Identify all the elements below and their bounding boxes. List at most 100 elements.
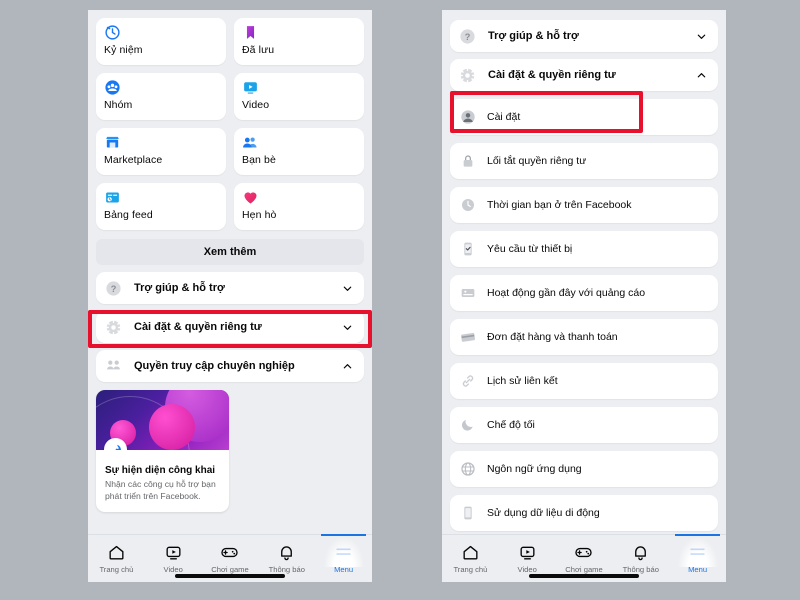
settings-item-label: Hoạt động gần đây với quảng cáo xyxy=(487,287,646,299)
decorative-sphere xyxy=(149,404,195,450)
right-phone-content: ? Trợ giúp & hỗ trợ Cài đặt & quyền riên… xyxy=(442,10,726,534)
video-icon xyxy=(166,546,181,560)
chevron-down-icon xyxy=(697,34,706,39)
tile-label: Bạn bè xyxy=(242,154,276,166)
bell-icon xyxy=(635,546,647,561)
nav-item-menu[interactable]: Menu xyxy=(315,534,372,582)
settings-item-link-history[interactable]: Lịch sử liên kết xyxy=(450,363,718,399)
accordion-label: Trợ giúp & hỗ trợ xyxy=(134,282,225,294)
settings-item-label: Đơn đặt hàng và thanh toán xyxy=(487,331,618,343)
accordion-help-support[interactable]: ? Trợ giúp & hỗ trợ xyxy=(96,272,364,304)
right-phone-panel: ? Trợ giúp & hỗ trợ Cài đặt & quyền riên… xyxy=(442,10,726,582)
promo-subtitle: Nhận các công cụ hỗ trợ bạn phát triển t… xyxy=(105,479,216,501)
tile-marketplace[interactable]: Marketplace xyxy=(96,128,226,175)
accordion-settings-privacy[interactable]: Cài đặt & quyền riêng tư xyxy=(96,311,364,343)
clock-icon xyxy=(105,25,120,40)
settings-item-label: Lịch sử liên kết xyxy=(487,375,558,387)
tile-feeds[interactable]: Bảng feed xyxy=(96,183,226,230)
promo-text: Sự hiện diện công khai Nhận các công cụ … xyxy=(96,450,229,512)
svg-text:?: ? xyxy=(465,32,471,42)
mobile-icon xyxy=(464,506,472,520)
nav-label: Thông báo xyxy=(268,565,305,574)
settings-item-label: Lối tắt quyền riêng tư xyxy=(487,155,587,167)
left-phone-panel: Kỷ niệm Đã lưu Nhóm Video Marketplace Bạ… xyxy=(88,10,372,582)
settings-item-recent-ad-activity[interactable]: Hoạt động gần đây với quảng cáo xyxy=(450,275,718,311)
home-indicator xyxy=(175,574,285,578)
tile-label: Marketplace xyxy=(104,154,163,166)
friends-icon xyxy=(243,137,257,148)
accordion-help-support[interactable]: ? Trợ giúp & hỗ trợ xyxy=(450,20,718,52)
tile-video[interactable]: Video xyxy=(234,73,364,120)
accordion-label: Quyền truy cập chuyên nghiệp xyxy=(134,360,295,372)
accordion-label: Cài đặt & quyền riêng tư xyxy=(134,321,262,333)
moon-icon xyxy=(461,419,473,431)
nav-item-home[interactable]: Trang chủ xyxy=(88,535,145,582)
groups-icon xyxy=(105,80,120,95)
accordion-professional-access[interactable]: Quyền truy cập chuyên nghiệp xyxy=(96,350,364,382)
tile-memories[interactable]: Kỷ niệm xyxy=(96,18,226,65)
tile-label: Kỷ niệm xyxy=(104,44,143,56)
settings-item-dark-mode[interactable]: Chế độ tối xyxy=(450,407,718,443)
chevron-down-icon xyxy=(343,286,352,291)
nav-item-home[interactable]: Trang chủ xyxy=(442,535,499,582)
tile-saved[interactable]: Đã lưu xyxy=(234,18,364,65)
settings-item-mobile-data-usage[interactable]: Sử dụng dữ liệu di động xyxy=(450,495,718,531)
video-icon xyxy=(520,546,535,560)
settings-item-privacy-shortcuts[interactable]: Lối tắt quyền riêng tư xyxy=(450,143,718,179)
accordion-settings-privacy[interactable]: Cài đặt & quyền riêng tư xyxy=(450,59,718,91)
nav-item-menu[interactable]: Menu xyxy=(669,534,726,582)
bookmark-icon xyxy=(246,26,255,39)
chevron-up-icon xyxy=(343,363,352,368)
lock-icon xyxy=(463,155,473,167)
promo-card-public-presence[interactable]: Sự hiện diện công khai Nhận các công cụ … xyxy=(96,390,229,513)
home-icon xyxy=(109,545,124,560)
settings-item-label: Yêu cầu từ thiết bị xyxy=(487,243,573,255)
bottom-navigation-right: Trang chủ Video Chơi game Thông báo Menu xyxy=(442,534,726,582)
see-more-button[interactable]: Xem thêm xyxy=(96,239,364,265)
screenshot-stage: Kỷ niệm Đã lưu Nhóm Video Marketplace Bạ… xyxy=(0,0,800,600)
heart-icon xyxy=(244,192,257,204)
tile-label: Bảng feed xyxy=(104,209,153,221)
settings-item-orders-payments[interactable]: Đơn đặt hàng và thanh toán xyxy=(450,319,718,355)
gear-icon xyxy=(460,67,475,83)
promo-card-wrapper: Sự hiện diện công khai Nhận các công cụ … xyxy=(96,390,364,513)
rocket-icon xyxy=(111,444,121,450)
avatar-icon xyxy=(461,110,475,124)
question-circle-icon: ? xyxy=(106,280,121,296)
home-icon xyxy=(463,545,478,560)
shortcut-tile-grid: Kỷ niệm Đã lưu Nhóm Video Marketplace Bạ… xyxy=(96,10,364,230)
settings-item-app-language[interactable]: Ngôn ngữ ứng dụng xyxy=(450,451,718,487)
people-icon xyxy=(107,359,120,369)
tile-friends[interactable]: Bạn bè xyxy=(234,128,364,175)
settings-item-settings[interactable]: Cài đặt xyxy=(450,99,718,135)
promo-image xyxy=(96,390,229,450)
menu-icon xyxy=(336,548,351,555)
nav-label: Chơi game xyxy=(565,565,603,574)
promo-title: Sự hiện diện công khai xyxy=(105,465,216,476)
accordion-label: Cài đặt & quyền riêng tư xyxy=(488,69,616,81)
feeds-icon xyxy=(106,192,119,203)
gamepad-icon xyxy=(221,547,239,558)
accordion-label: Trợ giúp & hỗ trợ xyxy=(488,30,579,42)
settings-item-device-requests[interactable]: Yêu cầu từ thiết bị xyxy=(450,231,718,267)
gamepad-icon xyxy=(575,547,593,558)
tile-groups[interactable]: Nhóm xyxy=(96,73,226,120)
settings-item-label: Chế độ tối xyxy=(487,419,535,431)
nav-label: Video xyxy=(517,565,537,574)
settings-item-label: Cài đặt xyxy=(487,111,521,123)
settings-item-label: Sử dụng dữ liệu di động xyxy=(487,507,600,519)
tile-dating[interactable]: Hẹn hò xyxy=(234,183,364,230)
nav-label: Video xyxy=(163,565,183,574)
settings-item-time-on-facebook[interactable]: Thời gian bạn ở trên Facebook xyxy=(450,187,718,223)
video-icon xyxy=(244,82,257,94)
tile-label: Đã lưu xyxy=(242,44,275,56)
question-circle-icon: ? xyxy=(460,28,475,44)
settings-item-label: Ngôn ngữ ứng dụng xyxy=(487,463,582,475)
clock-icon xyxy=(462,199,474,211)
nav-label: Chơi game xyxy=(211,565,249,574)
settings-item-label: Thời gian bạn ở trên Facebook xyxy=(487,199,632,211)
phone-check-icon xyxy=(464,242,472,256)
gear-icon xyxy=(106,319,121,335)
globe-icon xyxy=(461,462,475,476)
tile-label: Video xyxy=(242,99,270,111)
